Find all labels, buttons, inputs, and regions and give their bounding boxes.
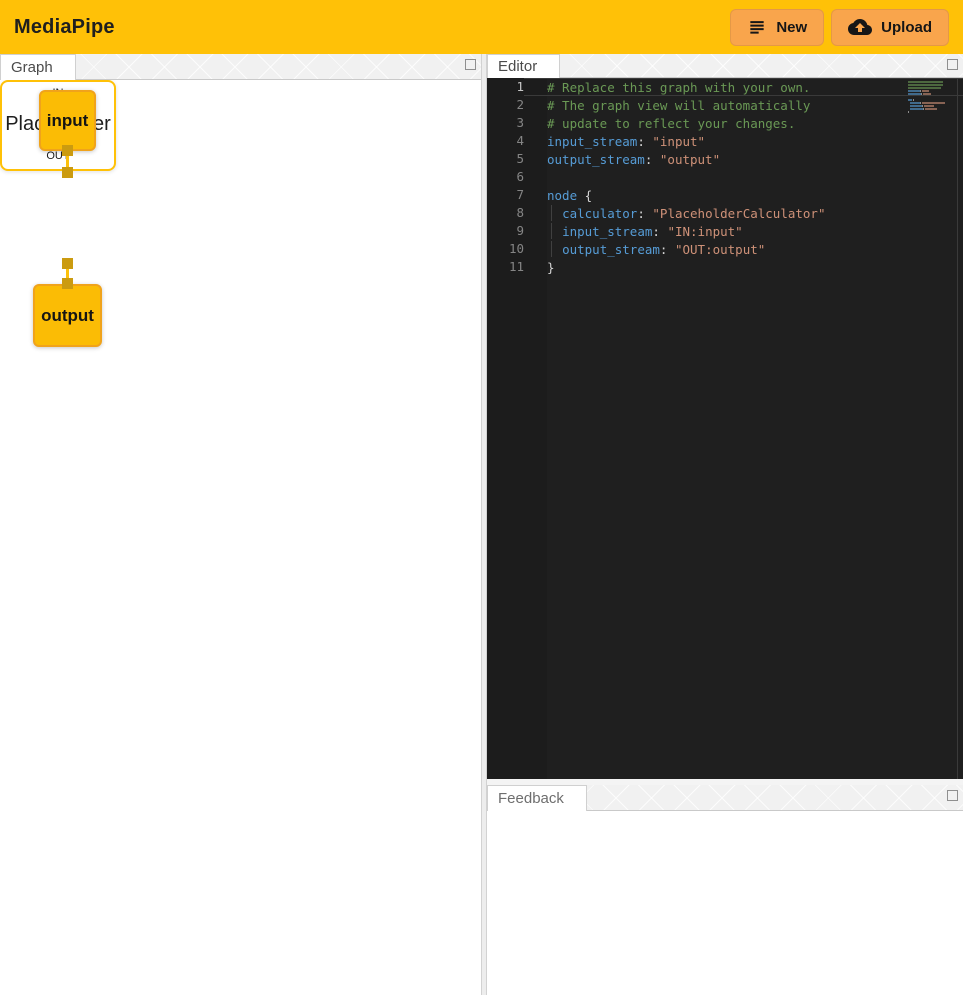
code-line: 3# update to reflect your changes. [487, 114, 963, 132]
app-title: MediaPipe [14, 16, 115, 39]
graph-maximize-icon[interactable] [465, 59, 476, 70]
feedback-panel: Feedback [487, 785, 963, 995]
right-column: Editor 1# Replace this graph with your o… [487, 54, 963, 995]
graph-tab-strip: Graph [0, 54, 481, 80]
line-number: 6 [487, 168, 524, 186]
code-line: 9 input_stream: "IN:input" [487, 222, 963, 240]
feedback-tab-strip: Feedback [487, 785, 963, 811]
code-line: 10 output_stream: "OUT:output" [487, 240, 963, 258]
line-number: 10 [487, 240, 524, 258]
line-number: 8 [487, 204, 524, 222]
line-number: 11 [487, 258, 524, 276]
line-number: 5 [487, 150, 524, 168]
tab-feedback-label: Feedback [498, 790, 564, 807]
editor-panel: Editor 1# Replace this graph with your o… [487, 54, 963, 779]
new-button[interactable]: New [730, 9, 824, 46]
editor-maximize-icon[interactable] [947, 59, 958, 70]
main-area: Graph input output IN Placeholder OUT [0, 54, 963, 995]
code-line: 7node { [487, 186, 963, 204]
port-placeholder-out [62, 258, 73, 269]
upload-button[interactable]: Upload [831, 9, 949, 46]
header-actions: New Upload [730, 9, 949, 46]
app-header: MediaPipe New Upload [0, 0, 963, 54]
line-number: 9 [487, 222, 524, 240]
new-button-label: New [776, 19, 807, 36]
code-editor[interactable]: 1# Replace this graph with your own.2# T… [487, 78, 963, 779]
line-number: 1 [487, 78, 524, 96]
tab-graph[interactable]: Graph [0, 54, 76, 80]
node-output-label: output [41, 306, 94, 326]
mediapipe-visualizer: MediaPipe New Upload Graph [0, 0, 963, 995]
port-placeholder-in [62, 167, 73, 178]
code-line: 11} [487, 258, 963, 276]
tab-graph-label: Graph [11, 59, 53, 76]
graph-node-output[interactable]: output [33, 284, 102, 347]
port-input-out [62, 145, 73, 156]
code-line: 5output_stream: "output" [487, 150, 963, 168]
line-number: 4 [487, 132, 524, 150]
tab-feedback[interactable]: Feedback [487, 785, 587, 811]
code-line: 4input_stream: "input" [487, 132, 963, 150]
code-line: 6 [487, 168, 963, 186]
node-input-label: input [47, 111, 89, 131]
tab-editor-label: Editor [498, 58, 537, 75]
line-number: 7 [487, 186, 524, 204]
port-output-in [62, 278, 73, 289]
code-line: 8 calculator: "PlaceholderCalculator" [487, 204, 963, 222]
feedback-content [487, 811, 963, 995]
upload-button-label: Upload [881, 19, 932, 36]
tab-editor[interactable]: Editor [487, 54, 560, 78]
line-number: 3 [487, 114, 524, 132]
line-number: 2 [487, 96, 524, 114]
graph-node-input[interactable]: input [39, 90, 96, 151]
graph-canvas[interactable]: input output IN Placeholder OUT [0, 80, 481, 995]
cloud-upload-icon [848, 15, 872, 39]
feedback-maximize-icon[interactable] [947, 790, 958, 801]
code-line: 2# The graph view will automatically [487, 96, 963, 114]
graph-panel: Graph input output IN Placeholder OUT [0, 54, 481, 995]
editor-tab-strip: Editor [487, 54, 963, 78]
code-line: 1# Replace this graph with your own. [487, 78, 963, 96]
notes-icon [747, 17, 767, 37]
